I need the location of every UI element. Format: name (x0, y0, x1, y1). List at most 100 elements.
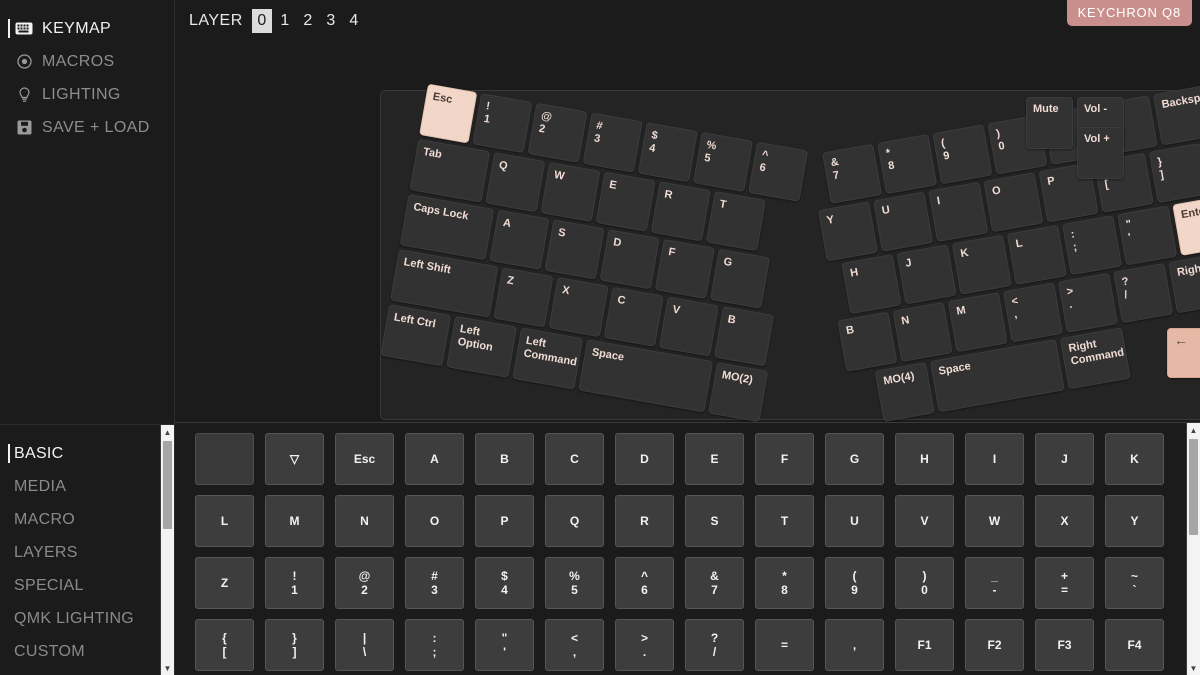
primary-nav: KEYMAP MACROS LIGHTING SAVE + LOAD (0, 0, 174, 144)
picker-key-blank[interactable]: > . (615, 619, 674, 671)
picker-key-9[interactable]: ( 9 (825, 557, 884, 609)
layer-button-1[interactable]: 1 (275, 9, 295, 33)
picker-key-blank[interactable]: < , (545, 619, 604, 671)
picker-key-1[interactable]: ! 1 (265, 557, 324, 609)
picker-key-blank[interactable]: , (825, 619, 884, 671)
layer-button-4[interactable]: 4 (344, 9, 364, 33)
category-label: MACRO (14, 510, 76, 528)
device-badge: KEYCHRON Q8 (1066, 0, 1192, 26)
category-label: QMK LIGHTING (14, 609, 135, 627)
scrollbar-thumb[interactable] (1189, 439, 1198, 535)
picker-key-t[interactable]: T (755, 495, 814, 547)
picker-key-d[interactable]: D (615, 433, 674, 485)
sidebar: KEYMAP MACROS LIGHTING SAVE + LOAD BASIC… (0, 0, 175, 675)
category-scrollbar[interactable]: ▲ ▼ (160, 425, 174, 675)
keyboard-layout: Esc! 1 @ 2 # 3 $ 4% 5 ^ 6 Tab Q W E R T Caps Lock A S… (380, 76, 1200, 423)
sidebar-item-keymap[interactable]: KEYMAP (0, 12, 174, 45)
picker-key-esc[interactable]: Esc (335, 433, 394, 485)
category-item-basic[interactable]: BASIC (0, 437, 160, 470)
picker-key-q[interactable]: Q (545, 495, 604, 547)
picker-key-blank[interactable] (195, 433, 254, 485)
picker-key-b[interactable]: B (475, 433, 534, 485)
category-list: BASIC MEDIA MACRO LAYERS SPECIAL QMK LIG… (0, 425, 160, 675)
picker-key-c[interactable]: C (545, 433, 604, 485)
sidebar-item-lighting[interactable]: LIGHTING (0, 78, 174, 111)
picker-key-o[interactable]: O (405, 495, 464, 547)
scroll-up-icon[interactable]: ▲ (161, 425, 174, 439)
scroll-down-icon[interactable]: ▼ (161, 661, 174, 675)
picker-key-5[interactable]: % 5 (545, 557, 604, 609)
sidebar-item-macros[interactable]: MACROS (0, 45, 174, 78)
category-label: BASIC (14, 444, 64, 462)
picker-key-a[interactable]: A (405, 433, 464, 485)
scroll-up-icon[interactable]: ▲ (1187, 423, 1200, 437)
picker-key-y[interactable]: Y (1105, 495, 1164, 547)
picker-key-h[interactable]: H (895, 433, 954, 485)
layer-button-2[interactable]: 2 (298, 9, 318, 33)
picker-key-v[interactable]: V (895, 495, 954, 547)
picker-key-f[interactable]: F (755, 433, 814, 485)
picker-key-x[interactable]: X (1035, 495, 1094, 547)
category-panel: BASIC MEDIA MACRO LAYERS SPECIAL QMK LIG… (0, 425, 174, 675)
main-pane: LAYER 0 1 2 3 4 KEYCHRON Q8 Esc! 1 @ 2 # 3… (175, 0, 1200, 675)
picker-key-2[interactable]: @ 2 (335, 557, 394, 609)
picker-key-s[interactable]: S (685, 495, 744, 547)
picker-key-z[interactable]: Z (195, 557, 254, 609)
keyboard-icon (14, 21, 34, 37)
category-item-media[interactable]: MEDIA (0, 470, 160, 503)
picker-key-blank[interactable]: { [ (195, 619, 254, 671)
picker-key-e[interactable]: E (685, 433, 744, 485)
picker-key-7[interactable]: & 7 (685, 557, 744, 609)
picker-key-j[interactable]: J (1035, 433, 1094, 485)
picker-key-4[interactable]: $ 4 (475, 557, 534, 609)
sidebar-item-label: SAVE + LOAD (42, 118, 150, 136)
picker-key-8[interactable]: * 8 (755, 557, 814, 609)
picker-key-blank[interactable]: = (755, 619, 814, 671)
category-label: CUSTOM (14, 642, 85, 660)
layer-button-3[interactable]: 3 (321, 9, 341, 33)
picker-key-k[interactable]: K (1105, 433, 1164, 485)
category-item-special[interactable]: SPECIAL (0, 569, 160, 602)
scrollbar-thumb[interactable] (163, 441, 172, 529)
picker-scrollbar[interactable]: ▲ ▼ (1186, 423, 1200, 675)
picker-key-blank[interactable]: ~ ` (1105, 557, 1164, 609)
picker-key-f2[interactable]: F2 (965, 619, 1024, 671)
category-item-qmk-lighting[interactable]: QMK LIGHTING (0, 602, 160, 635)
app-root: KEYMAP MACROS LIGHTING S A VE + LOAD BASIC… (0, 0, 1200, 675)
picker-key-f4[interactable]: F4 (1105, 619, 1164, 671)
picker-key-blank[interactable]: ▽ (265, 433, 324, 485)
record-icon (14, 54, 34, 70)
layer-button-0[interactable]: 0 (251, 9, 272, 33)
category-item-layers[interactable]: LAYERS (0, 536, 160, 569)
bulb-icon (14, 86, 34, 103)
sidebar-item-label: KEYMAP (42, 19, 112, 37)
picker-key-6[interactable]: ^ 6 (615, 557, 674, 609)
picker-key-w[interactable]: W (965, 495, 1024, 547)
picker-key-r[interactable]: R (615, 495, 674, 547)
picker-key-blank[interactable]: _ - (965, 557, 1024, 609)
scroll-down-icon[interactable]: ▼ (1187, 661, 1200, 675)
category-label: MEDIA (14, 477, 67, 495)
picker-key-blank[interactable]: | \ (335, 619, 394, 671)
picker-key-g[interactable]: G (825, 433, 884, 485)
picker-key-blank[interactable]: ? / (685, 619, 744, 671)
picker-key-n[interactable]: N (335, 495, 394, 547)
picker-key-l[interactable]: L (195, 495, 254, 547)
picker-key-i[interactable]: I (965, 433, 1024, 485)
picker-key-blank[interactable]: } ] (265, 619, 324, 671)
picker-key-u[interactable]: U (825, 495, 884, 547)
save-icon (14, 120, 34, 136)
picker-key-blank[interactable]: + = (1035, 557, 1094, 609)
picker-key-blank[interactable]: " ' (475, 619, 534, 671)
picker-key-f1[interactable]: F1 (895, 619, 954, 671)
keyboard-key-blank[interactable]: ← (1167, 328, 1200, 378)
picker-key-3[interactable]: # 3 (405, 557, 464, 609)
category-item-custom[interactable]: CUSTOM (0, 635, 160, 668)
picker-key-f3[interactable]: F3 (1035, 619, 1094, 671)
picker-key-m[interactable]: M (265, 495, 324, 547)
category-item-macro[interactable]: MACRO (0, 503, 160, 536)
picker-key-blank[interactable]: : ; (405, 619, 464, 671)
picker-key-p[interactable]: P (475, 495, 534, 547)
picker-key-0[interactable]: ) 0 (895, 557, 954, 609)
sidebar-item-save-load[interactable]: SAVE + LOAD (0, 111, 174, 144)
